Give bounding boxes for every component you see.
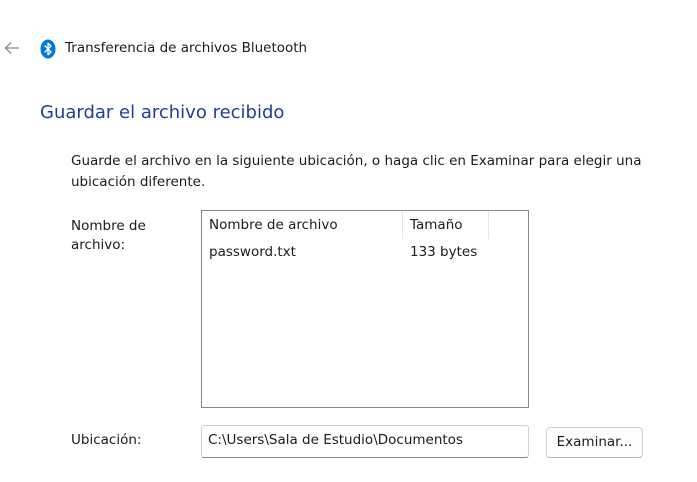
filename-label: Nombre de archivo: <box>71 218 146 253</box>
file-size-cell: 133 bytes <box>410 244 478 260</box>
instructions-text: Guarde el archivo en la siguiente ubicac… <box>71 153 642 190</box>
arrow-left-icon <box>4 42 19 54</box>
file-list[interactable]: Nombre de archivo Tamaño password.txt 13… <box>201 210 529 408</box>
list-header: Nombre de archivo Tamaño <box>202 211 528 239</box>
file-row[interactable]: password.txt 133 bytes <box>202 241 528 263</box>
location-label: Ubicación: <box>71 432 142 448</box>
window-title: Transferencia de archivos Bluetooth <box>65 40 308 56</box>
column-header-size[interactable]: Tamaño <box>403 211 489 239</box>
bluetooth-icon <box>40 39 56 59</box>
column-header-filename[interactable]: Nombre de archivo <box>202 211 403 239</box>
location-field[interactable]: C:\Users\Sala de Estudio\Documentos <box>201 425 529 458</box>
browse-button[interactable]: Examinar... <box>546 427 643 458</box>
page-heading: Guardar el archivo recibido <box>40 102 285 123</box>
file-name-cell: password.txt <box>209 244 296 260</box>
back-button[interactable] <box>2 38 22 58</box>
bluetooth-receive-dialog: Transferencia de archivos Bluetooth Guar… <box>0 0 697 482</box>
